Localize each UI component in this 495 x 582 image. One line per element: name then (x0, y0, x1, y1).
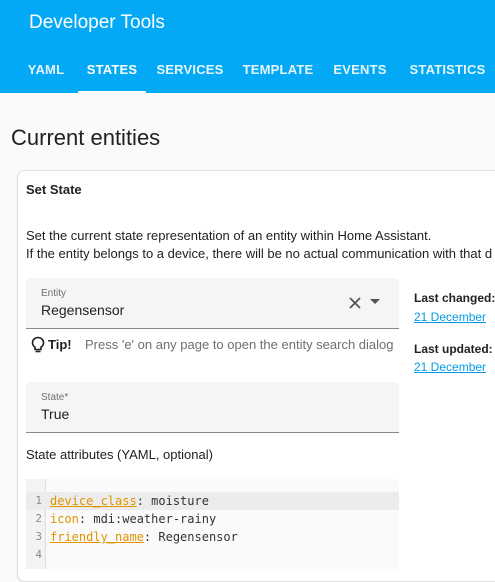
tab-states[interactable]: STATES (78, 52, 146, 93)
line-number: 3 (35, 530, 42, 543)
entity-field-value: Regensensor (41, 302, 125, 318)
tab-template[interactable]: TEMPLATE (236, 52, 320, 93)
tab-yaml[interactable]: YAML (18, 52, 74, 93)
last-changed-label: Last changed: (414, 291, 495, 305)
dropdown-arrow-icon[interactable] (370, 299, 380, 304)
code-line: 1 device_class: moisture (26, 492, 399, 510)
app-bar: Developer Tools YAML STATES SERVICES TEM… (0, 0, 495, 93)
yaml-key: icon (50, 512, 79, 526)
page-title: Current entities (11, 125, 161, 150)
entity-field-label: Entity (41, 288, 67, 299)
tip-text: Press 'e' on any page to open the entity… (85, 337, 394, 352)
tab-events[interactable]: EVENTS (327, 52, 393, 93)
code-line: 2 icon: mdi:weather-rainy (26, 510, 399, 528)
tab-bar: YAML STATES SERVICES TEMPLATE EVENTS STA… (0, 52, 495, 93)
tip-label: Tip! (48, 337, 72, 352)
yaml-value: moisture (151, 494, 209, 508)
lightbulb-icon (31, 336, 45, 353)
app-title: Developer Tools (29, 12, 165, 33)
last-updated-label: Last updated: (414, 342, 493, 356)
last-changed-link[interactable]: 21 December (414, 310, 486, 324)
description-line-1: Set the current state representation of … (26, 228, 432, 243)
card-header: Set State (26, 182, 82, 197)
yaml-value: Regensensor (158, 530, 238, 544)
description-line-2: If the entity belongs to a device, there… (26, 246, 493, 261)
tab-services[interactable]: SERVICES (151, 52, 229, 93)
line-number: 4 (35, 548, 42, 561)
yaml-editor[interactable]: 1 device_class: moisture 2 icon: mdi:wea… (26, 479, 399, 569)
entity-field[interactable]: Entity Regensensor (26, 278, 399, 329)
last-updated-link[interactable]: 21 December (414, 360, 486, 374)
clear-icon[interactable] (347, 295, 363, 311)
state-field-label: State* (41, 392, 69, 403)
line-number: 1 (35, 494, 42, 507)
line-number: 2 (35, 512, 42, 525)
code-line: 4 (26, 546, 399, 564)
state-field[interactable]: State* True (26, 382, 399, 433)
yaml-key: friendly_name (50, 530, 144, 544)
yaml-value: mdi:weather-rainy (93, 512, 217, 526)
state-field-value: True (41, 406, 70, 422)
code-line: 3 friendly_name: Regensensor (26, 528, 399, 546)
attributes-label: State attributes (YAML, optional) (26, 447, 213, 462)
yaml-key: device_class (50, 494, 137, 508)
tab-statistics[interactable]: STATISTICS (400, 52, 495, 93)
